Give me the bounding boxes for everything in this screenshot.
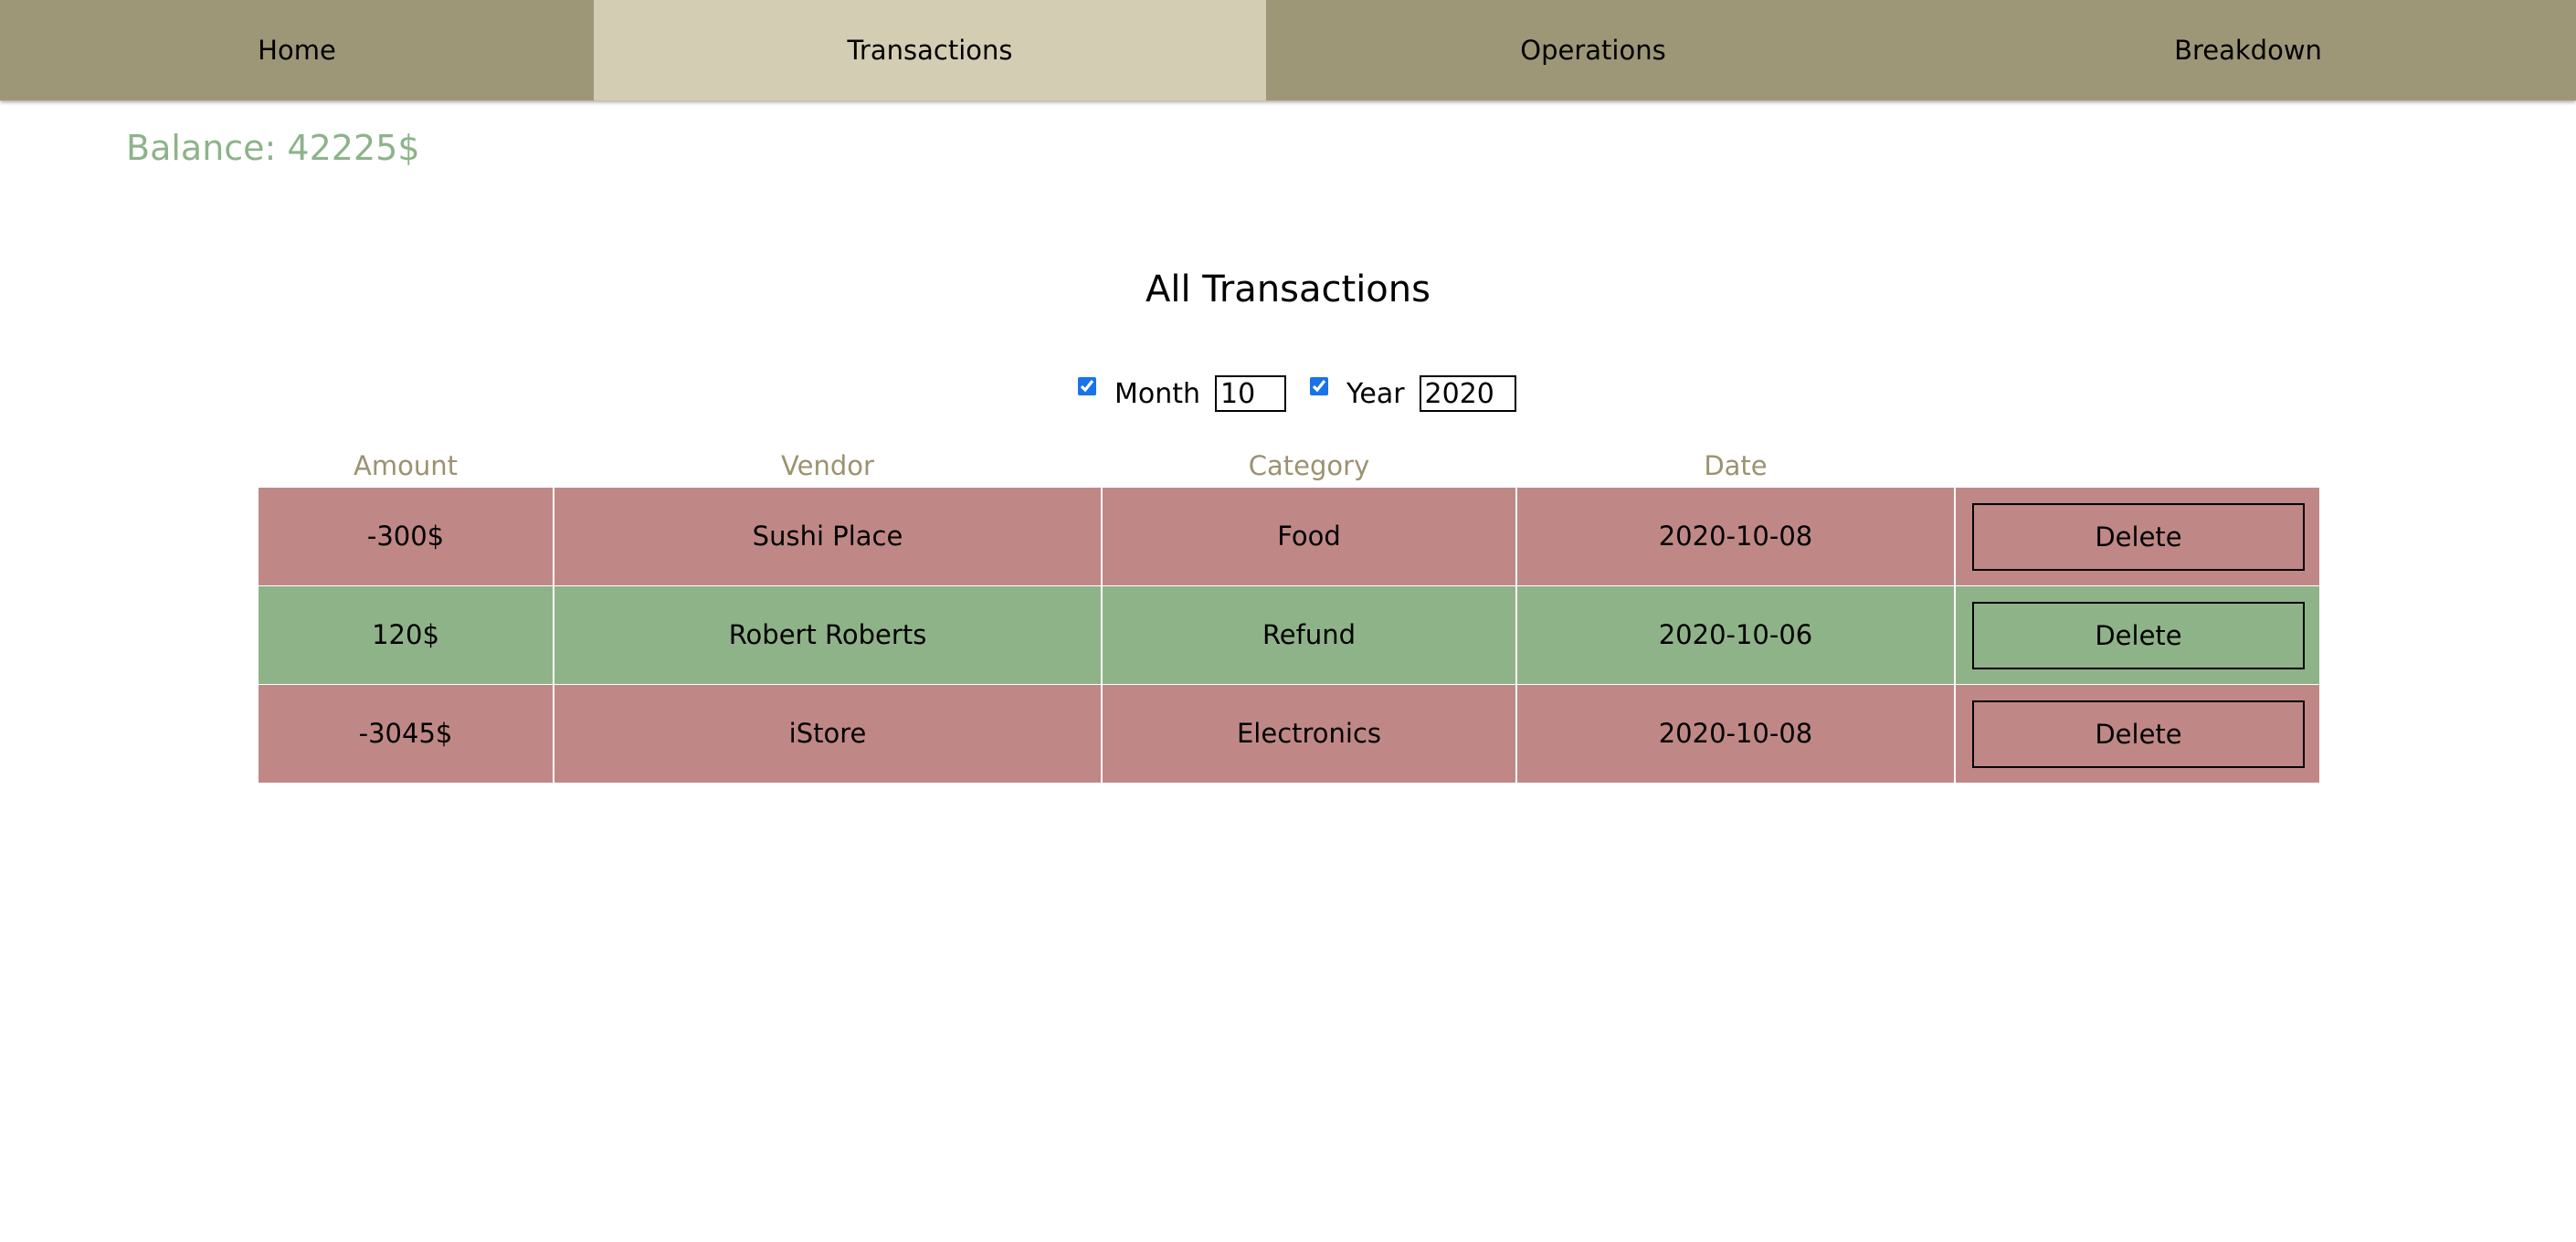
year-label: Year (1346, 377, 1405, 410)
month-label: Month (1114, 377, 1201, 410)
month-checkbox[interactable] (1078, 377, 1096, 395)
amount-cell: 120$ (259, 586, 553, 684)
year-input[interactable] (1419, 375, 1516, 412)
table-row: -3045$ iStore Electronics 2020-10-08 Del… (259, 685, 2319, 783)
column-header-amount: Amount (354, 450, 458, 481)
vendor-cell: Robert Roberts (554, 586, 1101, 684)
date-cell: 2020-10-08 (1517, 685, 1954, 783)
table-row: -300$ Sushi Place Food 2020-10-08 Delete (259, 488, 2319, 585)
date-cell: 2020-10-06 (1517, 586, 1954, 684)
top-nav: Home Transactions Operations Breakdown (0, 0, 2576, 100)
tab-transactions[interactable]: Transactions (594, 0, 1266, 100)
column-header-category: Category (1248, 450, 1370, 481)
month-input[interactable] (1215, 375, 1287, 412)
delete-button[interactable]: Delete (1972, 700, 2305, 768)
amount-cell: -300$ (259, 488, 553, 585)
amount-cell: -3045$ (259, 685, 553, 783)
vendor-cell: iStore (554, 685, 1101, 783)
year-checkbox[interactable] (1310, 377, 1329, 395)
action-cell: Delete (1956, 685, 2319, 783)
tab-operations[interactable]: Operations (1266, 0, 1920, 100)
table-row: 120$ Robert Roberts Refund 2020-10-06 De… (259, 586, 2319, 684)
filter-bar: Month Year (1074, 373, 1536, 415)
delete-button[interactable]: Delete (1972, 503, 2305, 571)
date-cell: 2020-10-08 (1517, 488, 1954, 585)
column-header-vendor: Vendor (781, 450, 874, 481)
tab-breakdown[interactable]: Breakdown (1920, 0, 2576, 100)
action-cell: Delete (1956, 488, 2319, 585)
category-cell: Electronics (1103, 685, 1515, 783)
category-cell: Refund (1103, 586, 1515, 684)
column-header-date: Date (1704, 450, 1768, 481)
page-title: All Transactions (1145, 268, 1431, 310)
delete-button[interactable]: Delete (1972, 602, 2305, 669)
action-cell: Delete (1956, 586, 2319, 684)
transactions-table: -300$ Sushi Place Food 2020-10-08 Delete… (259, 488, 2319, 784)
vendor-cell: Sushi Place (554, 488, 1101, 585)
tab-home[interactable]: Home (0, 0, 594, 100)
category-cell: Food (1103, 488, 1515, 585)
balance-display: Balance: 42225$ (126, 128, 420, 168)
